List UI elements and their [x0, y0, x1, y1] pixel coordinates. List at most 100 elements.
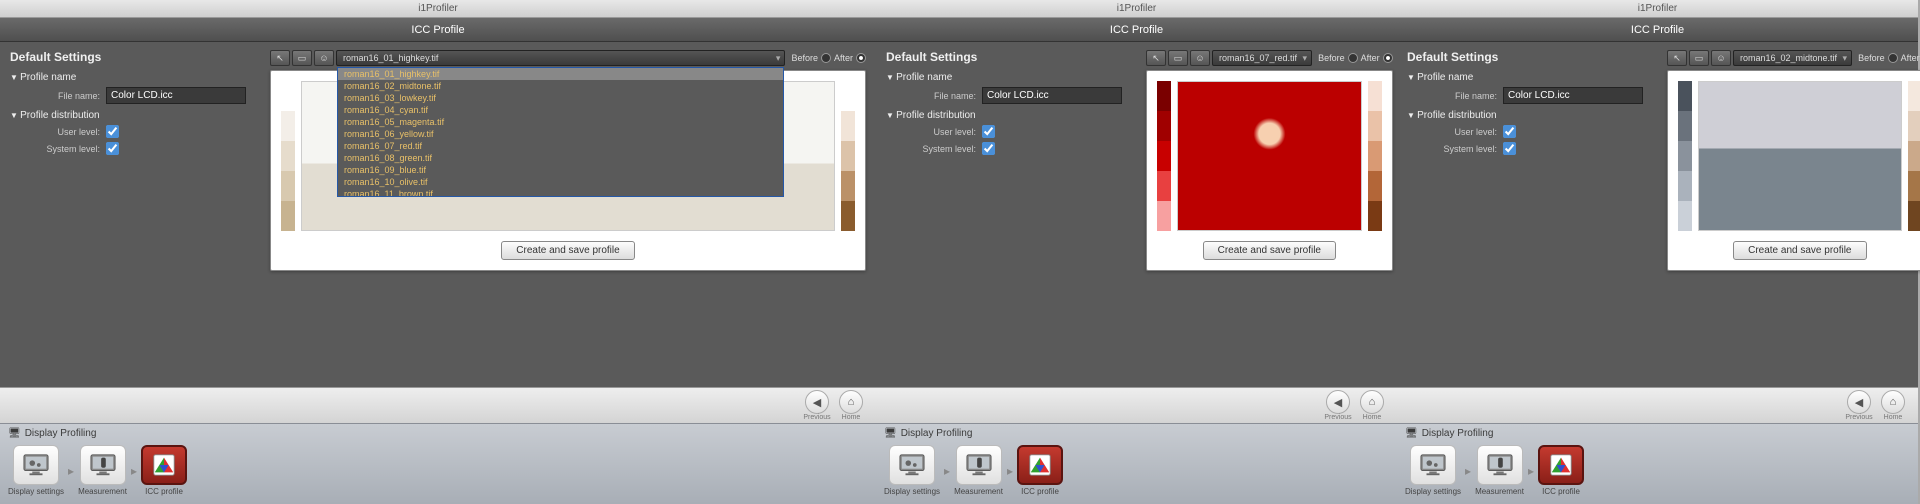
app-panel: i1ProfilerICC ProfileDefault SettingsPro…	[1397, 0, 1918, 504]
pointer-icon[interactable]: ↖	[1667, 50, 1687, 66]
chevron-right-icon: ▸	[1465, 464, 1471, 478]
before-label: Before	[791, 53, 818, 63]
window-titlebar: i1Profiler	[1397, 0, 1918, 18]
create-save-profile-button[interactable]: Create and save profile	[1203, 241, 1336, 260]
person-icon[interactable]: ☺	[1190, 50, 1210, 66]
workflow-step-1[interactable]	[1410, 445, 1456, 485]
create-save-profile-button[interactable]: Create and save profile	[1733, 241, 1866, 260]
workflow-step-3[interactable]	[1538, 445, 1584, 485]
image-mode-icon[interactable]: ▭	[1168, 50, 1188, 66]
profile-name-section[interactable]: Profile name	[1407, 72, 1647, 83]
create-save-profile-button[interactable]: Create and save profile	[501, 241, 634, 260]
workflow-step-3[interactable]	[1017, 445, 1063, 485]
user-level-checkbox[interactable]	[106, 125, 119, 138]
home-button[interactable]: ⌂	[839, 390, 863, 414]
before-radio[interactable]	[1888, 53, 1898, 63]
section-header: ICC Profile	[0, 18, 876, 42]
person-icon[interactable]: ☺	[314, 50, 334, 66]
swatch-col-left	[281, 81, 295, 231]
workflow-title: 🖥Display Profiling	[876, 424, 1397, 441]
system-level-label: System level:	[1427, 144, 1497, 154]
workflow-title: 🖥Display Profiling	[1397, 424, 1918, 441]
workflow-step-1[interactable]	[889, 445, 935, 485]
after-radio[interactable]	[856, 53, 866, 63]
workflow-step-3[interactable]	[141, 445, 187, 485]
dropdown-selected-label: roman16_02_midtone.tif	[1740, 53, 1837, 63]
monitor-icon: 🖥	[8, 428, 21, 439]
home-label: Home	[1357, 414, 1387, 421]
dropdown-option[interactable]: roman16_07_red.tif	[338, 140, 783, 152]
previous-button[interactable]: ◀	[805, 390, 829, 414]
user-level-label: User level:	[906, 127, 976, 137]
swatch-col-right	[841, 81, 855, 231]
image-select-dropdown[interactable]: roman16_07_red.tif	[1212, 50, 1312, 66]
swatch-col-right	[1908, 81, 1920, 231]
workflow-step-2[interactable]	[956, 445, 1002, 485]
system-level-checkbox[interactable]	[1503, 142, 1516, 155]
dropdown-option[interactable]: roman16_06_yellow.tif	[338, 128, 783, 140]
system-level-checkbox[interactable]	[982, 142, 995, 155]
home-button[interactable]: ⌂	[1881, 390, 1905, 414]
dropdown-option[interactable]: roman16_02_midtone.tif	[338, 80, 783, 92]
preview-image	[1698, 81, 1902, 231]
profile-name-section[interactable]: Profile name	[886, 72, 1126, 83]
dropdown-option[interactable]: roman16_08_green.tif	[338, 152, 783, 164]
pointer-icon[interactable]: ↖	[1146, 50, 1166, 66]
file-name-input[interactable]	[982, 87, 1122, 104]
workflow-step-label: Display settings	[1405, 487, 1461, 496]
dropdown-selected-label: roman16_01_highkey.tif	[343, 53, 438, 63]
dropdown-option[interactable]: roman16_11_brown.tif	[338, 188, 783, 197]
previous-label: Previous	[1844, 414, 1874, 421]
pointer-icon[interactable]: ↖	[270, 50, 290, 66]
user-level-checkbox[interactable]	[1503, 125, 1516, 138]
dropdown-option[interactable]: roman16_09_blue.tif	[338, 164, 783, 176]
profile-distribution-section[interactable]: Profile distribution	[10, 110, 250, 121]
before-radio[interactable]	[821, 53, 831, 63]
settings-heading: Default Settings	[886, 50, 1126, 64]
person-icon[interactable]: ☺	[1711, 50, 1731, 66]
settings-heading: Default Settings	[10, 50, 250, 64]
after-label: After	[1901, 53, 1920, 63]
file-name-label: File name:	[1427, 91, 1497, 101]
file-name-input[interactable]	[1503, 87, 1643, 104]
swatch-col-right	[1368, 81, 1382, 231]
after-radio[interactable]	[1383, 53, 1393, 63]
app-panel: i1ProfilerICC ProfileDefault SettingsPro…	[0, 0, 876, 504]
profile-distribution-section[interactable]: Profile distribution	[886, 110, 1126, 121]
dropdown-option[interactable]: roman16_05_magenta.tif	[338, 116, 783, 128]
previous-button[interactable]: ◀	[1326, 390, 1350, 414]
image-mode-icon[interactable]: ▭	[292, 50, 312, 66]
preview-panel: Create and save profile	[1667, 70, 1920, 271]
previous-button[interactable]: ◀	[1847, 390, 1871, 414]
workflow-title: 🖥Display Profiling	[0, 424, 876, 441]
home-label: Home	[1878, 414, 1908, 421]
image-mode-icon[interactable]: ▭	[1689, 50, 1709, 66]
dropdown-option[interactable]: roman16_03_lowkey.tif	[338, 92, 783, 104]
before-radio[interactable]	[1348, 53, 1358, 63]
dropdown-option[interactable]: roman16_01_highkey.tif	[338, 68, 783, 80]
image-select-dropdown[interactable]: roman16_01_highkey.tifroman16_01_highkey…	[336, 50, 785, 66]
profile-distribution-section[interactable]: Profile distribution	[1407, 110, 1647, 121]
home-label: Home	[836, 414, 866, 421]
chevron-right-icon: ▸	[944, 464, 950, 478]
chevron-right-icon: ▸	[1007, 464, 1013, 478]
workflow-step-label: ICC profile	[1542, 487, 1580, 496]
workflow-step-2[interactable]	[80, 445, 126, 485]
preview-panel: Create and save profile	[1146, 70, 1393, 271]
chevron-right-icon: ▸	[131, 464, 137, 478]
user-level-checkbox[interactable]	[982, 125, 995, 138]
workflow-step-2[interactable]	[1477, 445, 1523, 485]
profile-name-section[interactable]: Profile name	[10, 72, 250, 83]
dropdown-option[interactable]: roman16_10_olive.tif	[338, 176, 783, 188]
dropdown-list[interactable]: roman16_01_highkey.tifroman16_02_midtone…	[337, 67, 784, 197]
workflow-step-label: ICC profile	[1021, 487, 1059, 496]
swatch-col-left	[1678, 81, 1692, 231]
dropdown-option[interactable]: roman16_04_cyan.tif	[338, 104, 783, 116]
workflow-step-1[interactable]	[13, 445, 59, 485]
system-level-checkbox[interactable]	[106, 142, 119, 155]
home-button[interactable]: ⌂	[1360, 390, 1384, 414]
file-name-input[interactable]	[106, 87, 246, 104]
previous-label: Previous	[802, 414, 832, 421]
chevron-right-icon: ▸	[68, 464, 74, 478]
image-select-dropdown[interactable]: roman16_02_midtone.tif	[1733, 50, 1852, 66]
